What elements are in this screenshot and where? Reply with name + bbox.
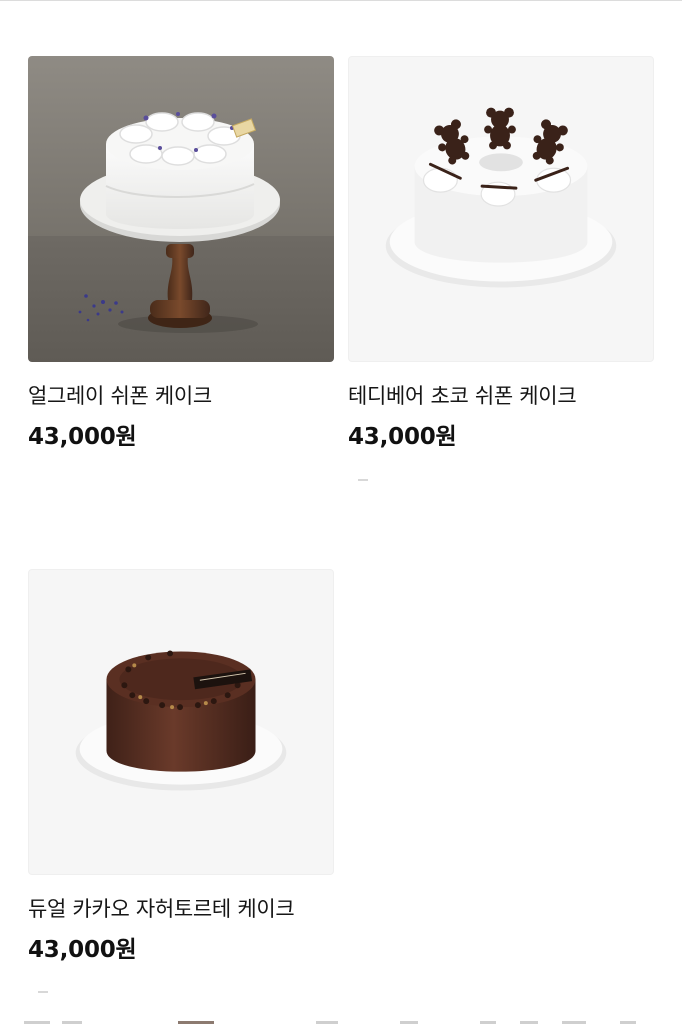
product-name[interactable]: 얼그레이 쉬폰 케이크: [28, 382, 334, 410]
product-list-page: 얼그레이 쉬폰 케이크 43,000원 테디베어 초코 쉬폰 케이크 43,00…: [0, 0, 682, 1024]
next-row-preview: [0, 1018, 682, 1024]
divider-mark: [38, 991, 48, 993]
teddy-bear-cake-image[interactable]: [348, 56, 654, 362]
product-card[interactable]: 듀얼 카카오 자허토르테 케이크 43,000원: [28, 569, 334, 965]
product-price: 43,000원: [348, 424, 457, 450]
product-card[interactable]: 테디베어 초코 쉬폰 케이크 43,000원: [348, 56, 654, 452]
chocolate-sachertorte-image[interactable]: [28, 569, 334, 875]
product-price: 43,000원: [28, 424, 137, 450]
product-name[interactable]: 듀얼 카카오 자허토르테 케이크: [28, 895, 334, 923]
product-price: 43,000원: [28, 937, 137, 963]
divider-mark: [358, 479, 368, 481]
product-name[interactable]: 테디베어 초코 쉬폰 케이크: [348, 382, 654, 410]
earl-grey-cake-image[interactable]: [28, 56, 334, 362]
product-card[interactable]: 얼그레이 쉬폰 케이크 43,000원: [28, 56, 334, 452]
